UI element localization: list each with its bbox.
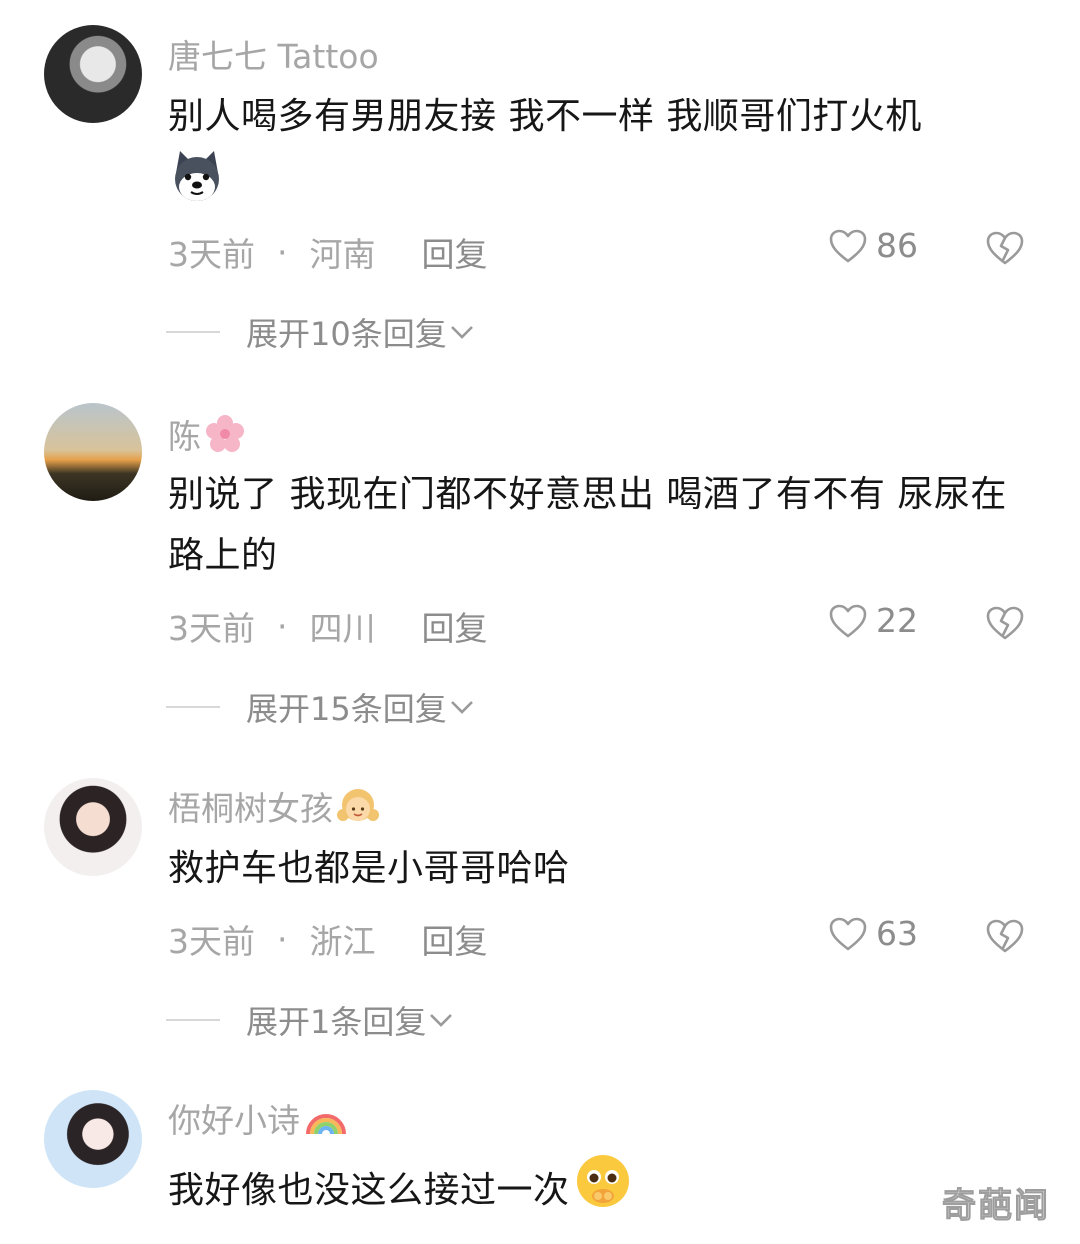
avatar[interactable] — [44, 403, 142, 501]
like-button[interactable]: 63 — [828, 914, 918, 953]
cherry-blossom-emoji-icon — [206, 415, 244, 452]
chevron-down-icon — [450, 326, 473, 339]
comment-text-body: 别说了 我现在门都不好意思出 喝酒了有不有 尿尿在路上的 — [168, 474, 1007, 576]
comment-location: 四川 — [309, 609, 376, 648]
girl-emoji-icon — [337, 789, 379, 821]
heart-icon — [829, 229, 867, 262]
comment-meta: 3天前 · 河南 回复 — [168, 228, 488, 276]
broken-heart-icon — [986, 919, 1024, 953]
meta-separator: · — [277, 232, 288, 272]
comment-username[interactable]: 你好小诗 — [168, 1094, 348, 1142]
watermark: 奇葩闻 — [942, 1186, 1050, 1227]
expand-replies-label: 展开10条回复 — [246, 315, 447, 353]
comment-text-body: 救护车也都是小哥哥哈哈 — [168, 848, 570, 889]
reply-button[interactable]: 回复 — [422, 228, 488, 276]
avatar[interactable] — [44, 25, 142, 123]
comment-time: 3天前 — [168, 922, 255, 961]
comment-meta: 3天前 · 四川 回复 — [168, 602, 488, 650]
comment-text: 救护车也都是小哥哥哈哈 — [168, 838, 1038, 899]
expand-replies-button[interactable]: 展开15条回复 — [166, 684, 477, 730]
comment-location: 河南 — [309, 235, 376, 274]
comment-text: 别人喝多有男朋友接 我不一样 我顺哥们打火机 — [168, 86, 1038, 224]
divider-line — [166, 706, 220, 708]
heart-icon — [829, 604, 867, 637]
dislike-button[interactable] — [985, 918, 1025, 958]
reply-button[interactable]: 回复 — [422, 602, 488, 650]
username-text: 唐七七 Tattoo — [168, 37, 379, 76]
heart-icon — [829, 917, 867, 950]
reply-button[interactable]: 回复 — [422, 915, 488, 963]
dislike-button[interactable] — [985, 605, 1025, 645]
comment-text-body: 我好像也没这么接过一次 — [168, 1170, 570, 1211]
divider-line — [166, 331, 220, 333]
comment-location: 浙江 — [309, 922, 376, 961]
meta-separator: · — [277, 919, 288, 959]
like-count: 22 — [876, 601, 918, 640]
broken-heart-icon — [986, 606, 1024, 640]
chevron-down-icon — [450, 701, 473, 714]
like-button[interactable]: 86 — [828, 226, 918, 265]
dog-face-emoji-icon — [168, 147, 226, 224]
expand-replies-button[interactable]: 展开10条回复 — [166, 309, 477, 355]
username-text: 你好小诗 — [168, 1101, 300, 1140]
username-text: 陈 — [168, 417, 201, 456]
comment-username[interactable]: 陈 — [168, 410, 245, 458]
comment-username[interactable]: 梧桐树女孩 — [168, 782, 379, 830]
expand-replies-label: 展开15条回复 — [246, 690, 447, 728]
comment-meta: 3天前 · 浙江 回复 — [168, 915, 488, 963]
chevron-down-icon — [430, 1014, 453, 1027]
comment-time: 3天前 — [168, 609, 255, 648]
dislike-button[interactable] — [985, 230, 1025, 270]
username-text: 梧桐树女孩 — [168, 789, 333, 828]
comment-text-body: 别人喝多有男朋友接 我不一样 我顺哥们打火机 — [168, 96, 922, 137]
like-button[interactable]: 22 — [828, 601, 918, 640]
comment-time: 3天前 — [168, 235, 255, 274]
meta-separator: · — [277, 606, 288, 646]
comment-text: 别说了 我现在门都不好意思出 喝酒了有不有 尿尿在路上的 — [168, 464, 1038, 586]
like-count: 63 — [876, 914, 918, 953]
avatar[interactable] — [44, 778, 142, 876]
expand-replies-label: 展开1条回复 — [246, 1003, 427, 1041]
pleading-face-emoji-icon — [574, 1152, 632, 1229]
avatar[interactable] — [44, 1090, 142, 1188]
comment-text: 我好像也没这么接过一次 — [168, 1152, 1038, 1229]
like-count: 86 — [876, 226, 918, 265]
broken-heart-icon — [986, 231, 1024, 265]
divider-line — [166, 1019, 220, 1021]
comment-username[interactable]: 唐七七 Tattoo — [168, 30, 379, 78]
rainbow-emoji-icon — [306, 1114, 346, 1135]
expand-replies-button[interactable]: 展开1条回复 — [166, 997, 456, 1043]
